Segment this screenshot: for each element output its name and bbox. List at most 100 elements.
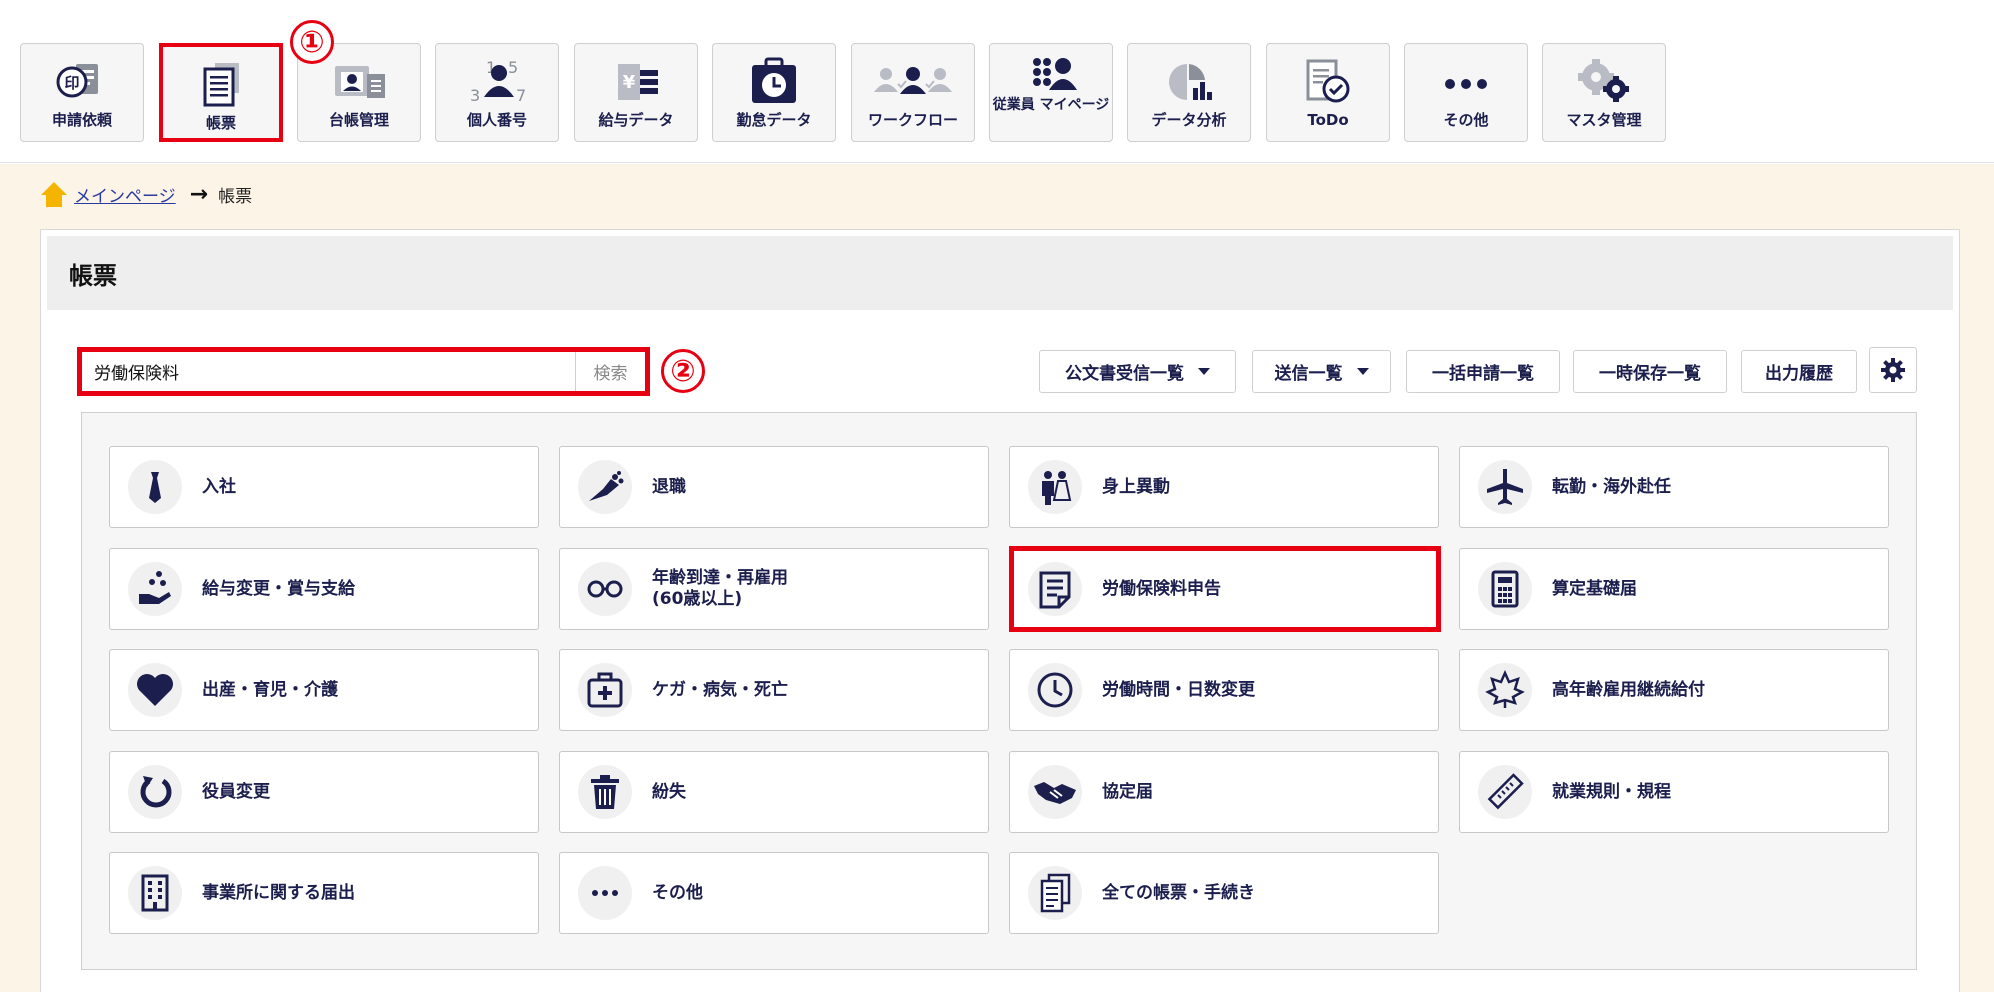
tile-age-reemployment[interactable]: 年齢到達・再雇用 (60歳以上) [559, 548, 989, 630]
nav-personal-number[interactable]: 1 5 3 7 個人番号 [435, 43, 559, 142]
breadcrumb-home-link[interactable]: メインページ [74, 182, 176, 207]
tile-label: 出産・育児・介護 [202, 679, 338, 700]
office-building-icon [128, 866, 182, 920]
document-lines-icon [1028, 562, 1082, 616]
nav-employee-mypage[interactable]: 従業員 マイページ [989, 43, 1113, 142]
tile-base-calculation[interactable]: 算定基礎届 [1459, 548, 1889, 630]
tile-personal-change[interactable]: 身上異動 [1009, 446, 1439, 528]
official-received-label: 公文書受信一覧 [1065, 364, 1184, 384]
tile-hire[interactable]: 入社 [109, 446, 539, 528]
tile-childbirth-care[interactable]: 出産・育児・介護 [109, 649, 539, 731]
tile-label: 転勤・海外赴任 [1552, 476, 1671, 497]
svg-text:¥: ¥ [623, 72, 636, 93]
bouquet-icon [578, 460, 632, 514]
tile-working-hours-change[interactable]: 労働時間・日数変更 [1009, 649, 1439, 731]
tile-agreement-notice[interactable]: 協定届 [1009, 751, 1439, 833]
nav-todo[interactable]: ToDo [1266, 43, 1390, 142]
tile-injury-illness-death[interactable]: ケガ・病気・死亡 [559, 649, 989, 731]
official-received-dropdown[interactable]: 公文書受信一覧 [1039, 350, 1236, 393]
nav-forms[interactable]: 帳票 [159, 43, 283, 142]
nav-request[interactable]: 印 申請依頼 [20, 43, 144, 142]
search-box: 検索 [77, 347, 650, 396]
page-title: 帳票 [69, 262, 117, 290]
output-history-button[interactable]: 出力履歴 [1741, 350, 1857, 393]
tile-office-notifications[interactable]: 事業所に関する届出 [109, 852, 539, 934]
tile-work-rules[interactable]: 就業規則・規程 [1459, 751, 1889, 833]
tile-label: 高年齢雇用継続給付 [1552, 679, 1705, 700]
nav-label: 申請依頼 [51, 111, 112, 129]
panel-header: 帳票 [47, 236, 1953, 310]
sent-list-dropdown[interactable]: 送信一覧 [1252, 350, 1391, 393]
nav-label: マスタ管理 [1566, 111, 1642, 129]
todo-check-icon [1298, 56, 1358, 108]
nav-label: 給与データ [598, 111, 674, 129]
payroll-data-icon: ¥ [604, 56, 668, 108]
tile-label: 全ての帳票・手続き [1102, 882, 1255, 903]
tile-label: 協定届 [1102, 781, 1153, 802]
master-gears-icon [1572, 56, 1636, 108]
refresh-arrow-icon [128, 765, 182, 819]
ledger-card-icon [327, 56, 391, 108]
tile-salary-bonus[interactable]: 給与変更・賞与支給 [109, 548, 539, 630]
nav-payroll-data[interactable]: ¥ 給与データ [574, 43, 698, 142]
hand-coins-icon [128, 562, 182, 616]
content-area: メインページ → 帳票 帳票 検索 ② 公文書受信一覧 送信一覧 一括申請一覧 … [0, 164, 1994, 992]
settings-button[interactable] [1869, 347, 1917, 393]
svg-text:印: 印 [64, 74, 79, 92]
first-aid-kit-icon [578, 663, 632, 717]
search-button[interactable]: 検索 [575, 352, 645, 391]
document-forms-icon [193, 59, 249, 111]
tie-icon [128, 460, 182, 514]
tile-officer-change[interactable]: 役員変更 [109, 751, 539, 833]
nav-label: ワークフロー [867, 111, 958, 129]
tile-other[interactable]: その他 [559, 852, 989, 934]
home-icon[interactable] [40, 180, 68, 208]
nav-attendance-data[interactable]: 勤怠データ [712, 43, 836, 142]
stamp-request-icon: 印 [50, 56, 114, 108]
svg-text:5: 5 [508, 58, 518, 77]
clock-icon [1028, 663, 1082, 717]
nav-master[interactable]: マスタ管理 [1542, 43, 1666, 142]
nav-data-analysis[interactable]: データ分析 [1127, 43, 1251, 142]
gear-icon [1881, 358, 1905, 382]
tile-label: 労働保険料申告 [1102, 578, 1221, 599]
breadcrumb-current: 帳票 [218, 186, 253, 207]
nav-other[interactable]: その他 [1404, 43, 1528, 142]
nav-label: ToDo [1307, 111, 1349, 129]
employee-mypage-icon [1019, 54, 1083, 98]
tile-label: ケガ・病気・死亡 [652, 679, 788, 700]
callout-one: ① [290, 20, 334, 64]
category-grid: 入社 退職 身上異動 転勤・海外赴任 給与変更・賞与支給 年齢到達・再雇用 (6… [81, 412, 1917, 970]
nav-label: 勤怠データ [736, 111, 812, 129]
caret-down-icon [1198, 368, 1210, 375]
forms-panel: 帳票 検索 ② 公文書受信一覧 送信一覧 一括申請一覧 一時保存一覧 出力履歴 [40, 229, 1960, 992]
nav-label: データ分析 [1151, 111, 1227, 129]
tile-label: 就業規則・規程 [1552, 781, 1671, 802]
temp-saved-button[interactable]: 一時保存一覧 [1573, 350, 1727, 393]
nav-label: 個人番号 [466, 111, 527, 129]
tile-elderly-continuation-benefit[interactable]: 高年齢雇用継続給付 [1459, 649, 1889, 731]
tile-label: 紛失 [652, 781, 686, 802]
nav-label: 帳票 [205, 114, 236, 132]
personal-number-icon: 1 5 3 7 [462, 56, 532, 108]
tile-labor-insurance-declaration[interactable]: 労働保険料申告 [1009, 546, 1441, 632]
tile-label: 役員変更 [202, 781, 270, 802]
tile-lost[interactable]: 紛失 [559, 751, 989, 833]
search-input[interactable] [82, 352, 575, 391]
tile-all-forms[interactable]: 全ての帳票・手続き [1009, 852, 1439, 934]
calculator-icon [1478, 562, 1532, 616]
callout-two: ② [661, 349, 705, 393]
nav-label: 従業員 マイページ [992, 97, 1110, 113]
tile-transfer-overseas[interactable]: 転勤・海外赴任 [1459, 446, 1889, 528]
attendance-clock-icon [744, 56, 804, 108]
more-dots-icon [578, 866, 632, 920]
nav-workflow[interactable]: ワークフロー [851, 43, 975, 142]
bulk-applications-button[interactable]: 一括申請一覧 [1406, 350, 1560, 393]
document-copy-icon [1028, 866, 1082, 920]
breadcrumb: メインページ → 帳票 [40, 180, 252, 208]
tile-label: その他 [652, 882, 703, 903]
tile-retirement[interactable]: 退職 [559, 446, 989, 528]
top-navigation: 印 申請依頼 帳票 台帳管理 1 5 3 7 個人番号 ¥ 給与データ 勤怠デー… [0, 0, 1994, 163]
handshake-icon [1028, 765, 1082, 819]
tile-label: 退職 [652, 476, 686, 497]
